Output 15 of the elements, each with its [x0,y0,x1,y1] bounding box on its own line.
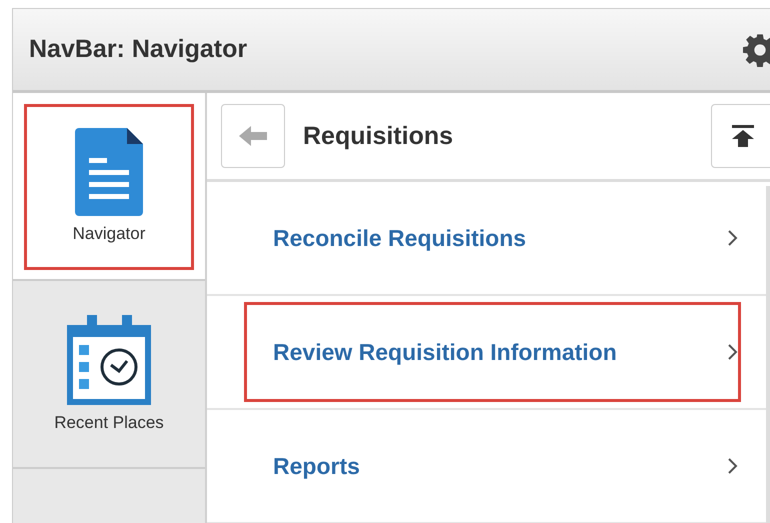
settings-icon[interactable] [743,32,770,66]
up-to-top-icon [732,125,754,147]
chevron-right-icon [728,344,738,360]
menu-item[interactable]: Review Requisition Information [244,302,741,402]
scroll-top-button[interactable] [711,104,770,168]
menu-item[interactable]: Reports [244,416,741,516]
document-icon [75,128,143,216]
navigator-tile[interactable]: Navigator [13,93,205,281]
left-arrow-icon [239,126,267,146]
calendar-clock-icon [67,315,151,405]
chevron-right-icon [728,230,738,246]
header-title: NavBar: Navigator [29,35,248,64]
menu-item[interactable]: Reconcile Requisitions [244,188,741,288]
chevron-right-icon [728,458,738,474]
panel-title: Requisitions [303,122,454,150]
